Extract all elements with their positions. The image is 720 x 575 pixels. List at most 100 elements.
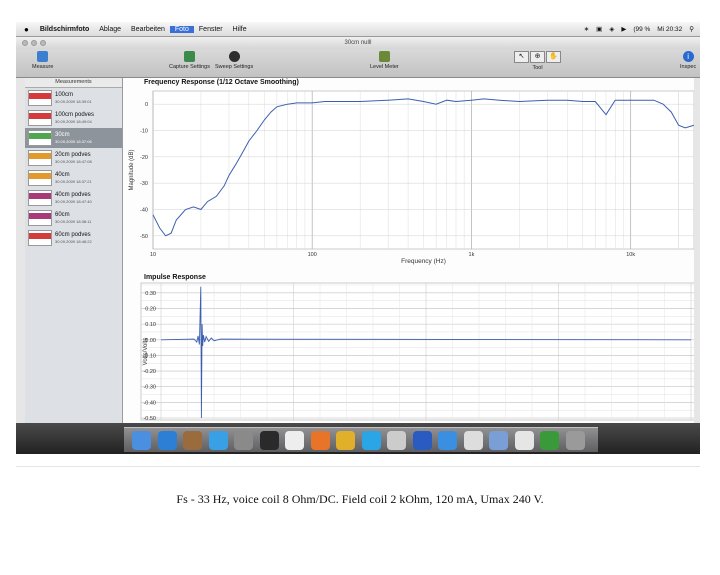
measurement-date: 30.09.2009 18:47:40 [55, 199, 92, 204]
hardware-icon[interactable] [540, 431, 559, 450]
level-meter-button[interactable]: Level Meter [370, 51, 399, 70]
arrow-icon[interactable] [438, 431, 457, 450]
measurement-thumbnail [28, 90, 52, 106]
window-title: 30cm nulll [344, 40, 372, 46]
pointer-icon[interactable]: ↖ [514, 51, 529, 63]
capture-settings-icon [183, 51, 195, 62]
impulse-ylabel: Volts/Volts [143, 338, 149, 366]
measurement-item[interactable]: 40cm 30.09.2009 18:37:21 [25, 168, 122, 188]
trash-icon[interactable] [565, 431, 585, 450]
freq-ytick-label: -30 [140, 181, 148, 187]
measurement-item[interactable]: 60cm podves 30.09.2009 18:48:22 [25, 228, 122, 248]
capture-settings-button[interactable]: Capture Settings [169, 51, 210, 70]
measurement-thumbnail [28, 130, 52, 146]
skype-icon[interactable] [361, 431, 381, 450]
folder-icon[interactable] [489, 431, 508, 450]
freq-ytick-label: -10 [140, 129, 148, 135]
measurement-date: 30.09.2009 18:39:01 [55, 99, 92, 104]
menu-app[interactable]: Bildschirmfoto [35, 26, 94, 33]
menu-fenster[interactable]: Fenster [194, 26, 228, 33]
piano-icon[interactable] [285, 431, 304, 450]
charts-svg[interactable]: 0 -10 -20 -30 -40 -50 10 100 1k 10k Frequency (Hz)… [123, 78, 694, 423]
impulse-ytick-label: -0.40 [143, 400, 156, 406]
zoom-icon[interactable]: ⊕ [530, 51, 545, 63]
freq-ytick-label: -20 [140, 155, 148, 161]
menu-clock[interactable]: Mi 20:32 [657, 26, 682, 33]
measurement-date: 30.09.2009 18:48:22 [55, 239, 92, 244]
measurement-item[interactable]: 100cm 30.09.2009 18:39:01 [25, 88, 122, 108]
measurement-date: 30.09.2009 18:37:06 [55, 139, 92, 144]
menu-bar: ● Bildschirmfoto Ablage Bearbeiten Foto … [16, 22, 700, 37]
wifi-icon[interactable]: ◈ [609, 25, 614, 33]
pen-icon[interactable] [259, 431, 279, 450]
freq-xtick-label: 100 [308, 252, 317, 258]
measurement-name: 60cm podves [55, 232, 91, 238]
freq-ytick-label: -40 [140, 208, 148, 214]
printer-icon[interactable] [463, 431, 483, 450]
preview-icon[interactable] [387, 431, 406, 450]
tool-selector[interactable]: ↖ ⊕ ✋ Tool [514, 51, 561, 71]
measurement-thumbnail [28, 230, 52, 246]
measurement-name: 20cm podves [55, 152, 91, 158]
measurement-item[interactable]: 100cm podves 30.09.2009 18:49:04 [25, 108, 122, 128]
inspector-button[interactable]: i Inspec [680, 51, 696, 70]
zoom-button[interactable] [40, 40, 46, 46]
measurement-name: 40cm podves [55, 192, 91, 198]
freq-ytick-label: -50 [140, 234, 148, 240]
menu-ablage[interactable]: Ablage [94, 26, 126, 33]
measurements-header: Measurements [25, 78, 122, 88]
volume-icon[interactable]: ▶ [621, 25, 626, 33]
window-title-bar: 30cm nulll [16, 37, 700, 49]
close-button[interactable] [22, 40, 28, 46]
info-icon: i [682, 51, 694, 62]
spotlight-icon[interactable]: ⚲ [689, 25, 694, 33]
menu-bearbeiten[interactable]: Bearbeiten [126, 26, 170, 33]
preferences-icon[interactable] [234, 431, 253, 450]
measurement-name: 100cm [55, 92, 74, 98]
firefox-icon[interactable] [310, 431, 330, 450]
sweep-settings-button[interactable]: Sweep Settings [215, 51, 253, 70]
impulse-ytick-label: -0.50 [143, 416, 156, 422]
freq-xlabel: Frequency (Hz) [401, 258, 446, 265]
level-meter-icon [378, 51, 390, 62]
freq-xtick-label: 10 [150, 252, 156, 258]
menu-foto[interactable]: Foto [169, 25, 194, 33]
charts-area: Frequency Response (1/12 Octave Smoothin… [123, 78, 694, 423]
impulse-ytick-label: -0.30 [143, 385, 156, 391]
impulse-ytick-label: 0.10 [145, 322, 156, 328]
dock-shelf [124, 427, 598, 452]
apple-icon[interactable]: ● [16, 25, 35, 34]
measurement-thumbnail [28, 150, 52, 166]
measurement-date: 30.09.2009 18:47:08 [55, 159, 92, 164]
toolbar: Measure Capture Settings Sweep Settings … [16, 49, 700, 78]
impulse-plot-area [140, 282, 694, 421]
minimize-button[interactable] [31, 40, 37, 46]
measure-icon [37, 51, 49, 62]
chrome-icon[interactable] [336, 431, 355, 450]
itunes-icon[interactable] [208, 431, 228, 450]
measurement-item[interactable]: 40cm podves 30.09.2009 18:47:40 [25, 188, 122, 208]
battery-status[interactable]: (99 % [633, 26, 650, 33]
divider [16, 466, 700, 467]
freq-ytick-label: 0 [145, 102, 148, 108]
freq-ylabel: Magnitude (dB) [129, 149, 135, 190]
finder-icon[interactable] [132, 431, 151, 450]
screenshot: ● Bildschirmfoto Ablage Bearbeiten Foto … [16, 22, 700, 454]
hand-icon[interactable]: ✋ [546, 51, 561, 63]
safari-icon[interactable] [157, 431, 177, 450]
photos-icon[interactable] [183, 431, 202, 450]
notes-icon[interactable] [514, 431, 534, 450]
quicktime-icon[interactable] [412, 431, 432, 450]
measurement-name: 30cm [55, 132, 70, 138]
bluetooth-icon[interactable]: ∗ [584, 25, 589, 33]
menu-hilfe[interactable]: Hilfe [228, 26, 252, 33]
measurement-date: 30.09.2009 18:37:21 [55, 179, 92, 184]
measurement-name: 60cm [55, 212, 70, 218]
measurement-item[interactable]: 30cm 30.09.2009 18:37:06 [25, 128, 122, 148]
freq-xtick-label: 10k [626, 252, 635, 258]
measurement-item[interactable]: 60cm 30.09.2009 18:38:11 [25, 208, 122, 228]
measure-button[interactable]: Measure [32, 51, 53, 70]
measurement-item[interactable]: 20cm podves 30.09.2009 18:47:08 [25, 148, 122, 168]
display-icon[interactable]: ▣ [596, 25, 602, 33]
dock [16, 423, 700, 454]
